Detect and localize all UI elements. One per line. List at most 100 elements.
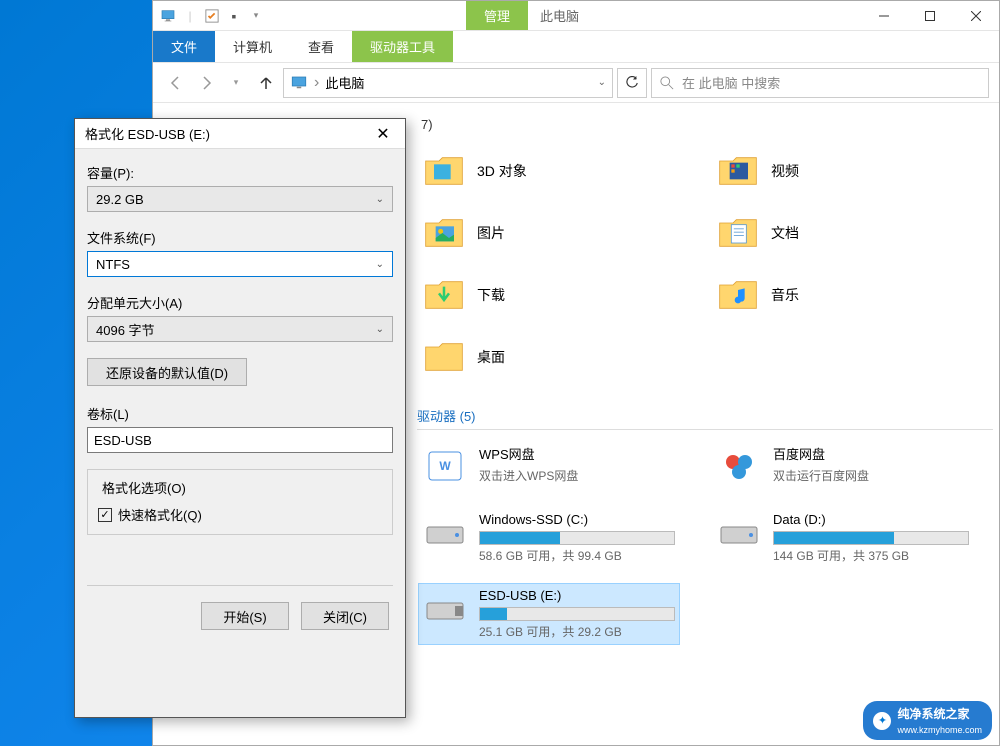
- folder-label: 文档: [771, 223, 799, 243]
- filesystem-label: 文件系统(F): [87, 228, 393, 247]
- search-box[interactable]: 在 此电脑 中搜索: [651, 68, 989, 98]
- ribbon-tab-file[interactable]: 文件: [153, 31, 215, 62]
- nav-up-button[interactable]: [253, 70, 279, 96]
- format-options-label: 格式化选项(O): [98, 478, 190, 497]
- drive-d[interactable]: Data (D:) 144 GB 可用，共 375 GB: [713, 508, 973, 568]
- drive-name: WPS网盘: [479, 444, 675, 463]
- allocation-label: 分配单元大小(A): [87, 293, 393, 312]
- folder-documents[interactable]: 文档: [713, 208, 953, 258]
- drive-subtitle: 双击运行百度网盘: [773, 467, 969, 484]
- dialog-title: 格式化 ESD-USB (E:): [85, 124, 210, 143]
- drive-subtitle: 双击进入WPS网盘: [479, 467, 675, 484]
- drives-section-header[interactable]: 驱动器 (5): [417, 402, 993, 430]
- drive-c[interactable]: Windows-SSD (C:) 58.6 GB 可用，共 99.4 GB: [419, 508, 679, 568]
- nav-back-button[interactable]: [163, 70, 189, 96]
- ribbon-tab-drivetools[interactable]: 驱动器工具: [352, 31, 453, 62]
- close-button[interactable]: 关闭(C): [301, 602, 389, 630]
- folder-pictures[interactable]: 图片: [419, 208, 659, 258]
- close-button[interactable]: [953, 1, 999, 31]
- folder-videos[interactable]: 视频: [713, 146, 953, 196]
- drive-usage-bar: [773, 531, 969, 545]
- chevron-down-icon: ⌄: [376, 324, 384, 335]
- nav-forward-button[interactable]: [193, 70, 219, 96]
- ribbon-tab-computer[interactable]: 计算机: [215, 31, 290, 62]
- maximize-button[interactable]: [907, 1, 953, 31]
- chevron-down-icon: ⌄: [376, 259, 384, 270]
- volume-label-label: 卷标(L): [87, 404, 393, 423]
- drive-e[interactable]: ESD-USB (E:) 25.1 GB 可用，共 29.2 GB: [419, 584, 679, 644]
- titlebar: | ▪ ▾ 管理 此电脑: [153, 1, 999, 31]
- quick-format-label: 快速格式化(Q): [118, 505, 202, 524]
- dialog-titlebar: 格式化 ESD-USB (E:) ✕: [75, 119, 405, 149]
- breadcrumb-location[interactable]: 此电脑: [325, 73, 364, 92]
- folder-label: 图片: [477, 223, 505, 243]
- format-options-group: 格式化选项(O) ✓ 快速格式化(Q): [87, 469, 393, 535]
- folder-3d-objects[interactable]: 3D 对象: [419, 146, 659, 196]
- folder-desktop[interactable]: 桌面: [419, 332, 659, 382]
- folder-label: 音乐: [771, 285, 799, 305]
- addressbar-dropdown-icon[interactable]: ⌄: [598, 77, 606, 88]
- search-placeholder: 在 此电脑 中搜索: [682, 73, 780, 92]
- folder-label: 3D 对象: [477, 161, 527, 181]
- wps-cloud-icon: W: [423, 444, 467, 488]
- drive-usage-text: 25.1 GB 可用，共 29.2 GB: [479, 623, 675, 640]
- kzmyhome-watermark: ✦ 纯净系统之家 www.kzmyhome.com: [863, 701, 992, 740]
- capacity-label: 容量(P):: [87, 163, 393, 182]
- quick-format-row[interactable]: ✓ 快速格式化(Q): [98, 505, 382, 524]
- window-title: 此电脑: [540, 6, 579, 25]
- refresh-button[interactable]: [617, 68, 647, 98]
- drive-usage-text: 58.6 GB 可用，共 99.4 GB: [479, 547, 675, 564]
- hard-drive-icon: [717, 512, 761, 556]
- search-icon: [660, 76, 674, 90]
- allocation-value: 4096 字节: [96, 320, 155, 339]
- usb-drive-icon: [423, 588, 467, 632]
- folder-music[interactable]: 音乐: [713, 270, 953, 320]
- format-dialog: 格式化 ESD-USB (E:) ✕ 容量(P): 29.2 GB ⌄ 文件系统…: [74, 118, 406, 718]
- volume-label-input[interactable]: [87, 427, 393, 453]
- folder-label: 视频: [771, 161, 799, 181]
- drives-grid: W WPS网盘 双击进入WPS网盘 百度网盘 双击运行百度网盘: [419, 440, 993, 644]
- folder-icon: [717, 150, 759, 192]
- quick-access-toolbar: | ▪ ▾: [153, 7, 271, 25]
- navigation-bar: ▾ › 此电脑 ⌄ 在 此电脑 中搜索: [153, 63, 999, 103]
- folder-downloads[interactable]: 下载: [419, 270, 659, 320]
- drive-usage-bar: [479, 531, 675, 545]
- folder-icon: [717, 274, 759, 316]
- hard-drive-icon: [423, 512, 467, 556]
- qat-dropdown-icon[interactable]: ▪: [225, 7, 243, 25]
- svg-text:W: W: [439, 459, 451, 473]
- dialog-close-button[interactable]: ✕: [371, 124, 395, 144]
- start-button[interactable]: 开始(S): [201, 602, 289, 630]
- dialog-separator: [87, 585, 393, 586]
- allocation-select[interactable]: 4096 字节 ⌄: [87, 316, 393, 342]
- drive-name: Data (D:): [773, 512, 969, 527]
- filesystem-select[interactable]: NTFS ⌄: [87, 251, 393, 277]
- ribbon-tabs: 文件 计算机 查看 驱动器工具: [153, 31, 999, 63]
- nav-history-dropdown[interactable]: ▾: [223, 70, 249, 96]
- drive-wps[interactable]: W WPS网盘 双击进入WPS网盘: [419, 440, 679, 492]
- ribbon-tab-view[interactable]: 查看: [290, 31, 352, 62]
- capacity-value: 29.2 GB: [96, 192, 144, 207]
- watermark-badge-icon: ✦: [873, 712, 891, 730]
- drive-name: 百度网盘: [773, 444, 969, 463]
- window-controls: [861, 1, 999, 31]
- folder-icon: [423, 274, 465, 316]
- baidu-cloud-icon: [717, 444, 761, 488]
- dialog-body: 容量(P): 29.2 GB ⌄ 文件系统(F) NTFS ⌄ 分配单元大小(A…: [75, 149, 405, 644]
- minimize-button[interactable]: [861, 1, 907, 31]
- capacity-select[interactable]: 29.2 GB ⌄: [87, 186, 393, 212]
- chevron-down-icon: ⌄: [376, 194, 384, 205]
- restore-defaults-button[interactable]: 还原设备的默认值(D): [87, 358, 247, 386]
- breadcrumb-sep: ›: [314, 74, 319, 92]
- address-bar[interactable]: › 此电脑 ⌄: [283, 68, 613, 98]
- folder-icon: [717, 212, 759, 254]
- properties-icon[interactable]: [203, 7, 221, 25]
- filesystem-value: NTFS: [96, 257, 130, 272]
- manage-context-tab[interactable]: 管理: [466, 1, 528, 30]
- folder-icon: [423, 150, 465, 192]
- drive-baidu[interactable]: 百度网盘 双击运行百度网盘: [713, 440, 973, 492]
- dialog-button-row: 开始(S) 关闭(C): [87, 602, 393, 630]
- folder-label: 下载: [477, 285, 505, 305]
- quick-format-checkbox[interactable]: ✓: [98, 508, 112, 522]
- qat-chevron-icon[interactable]: ▾: [247, 7, 265, 25]
